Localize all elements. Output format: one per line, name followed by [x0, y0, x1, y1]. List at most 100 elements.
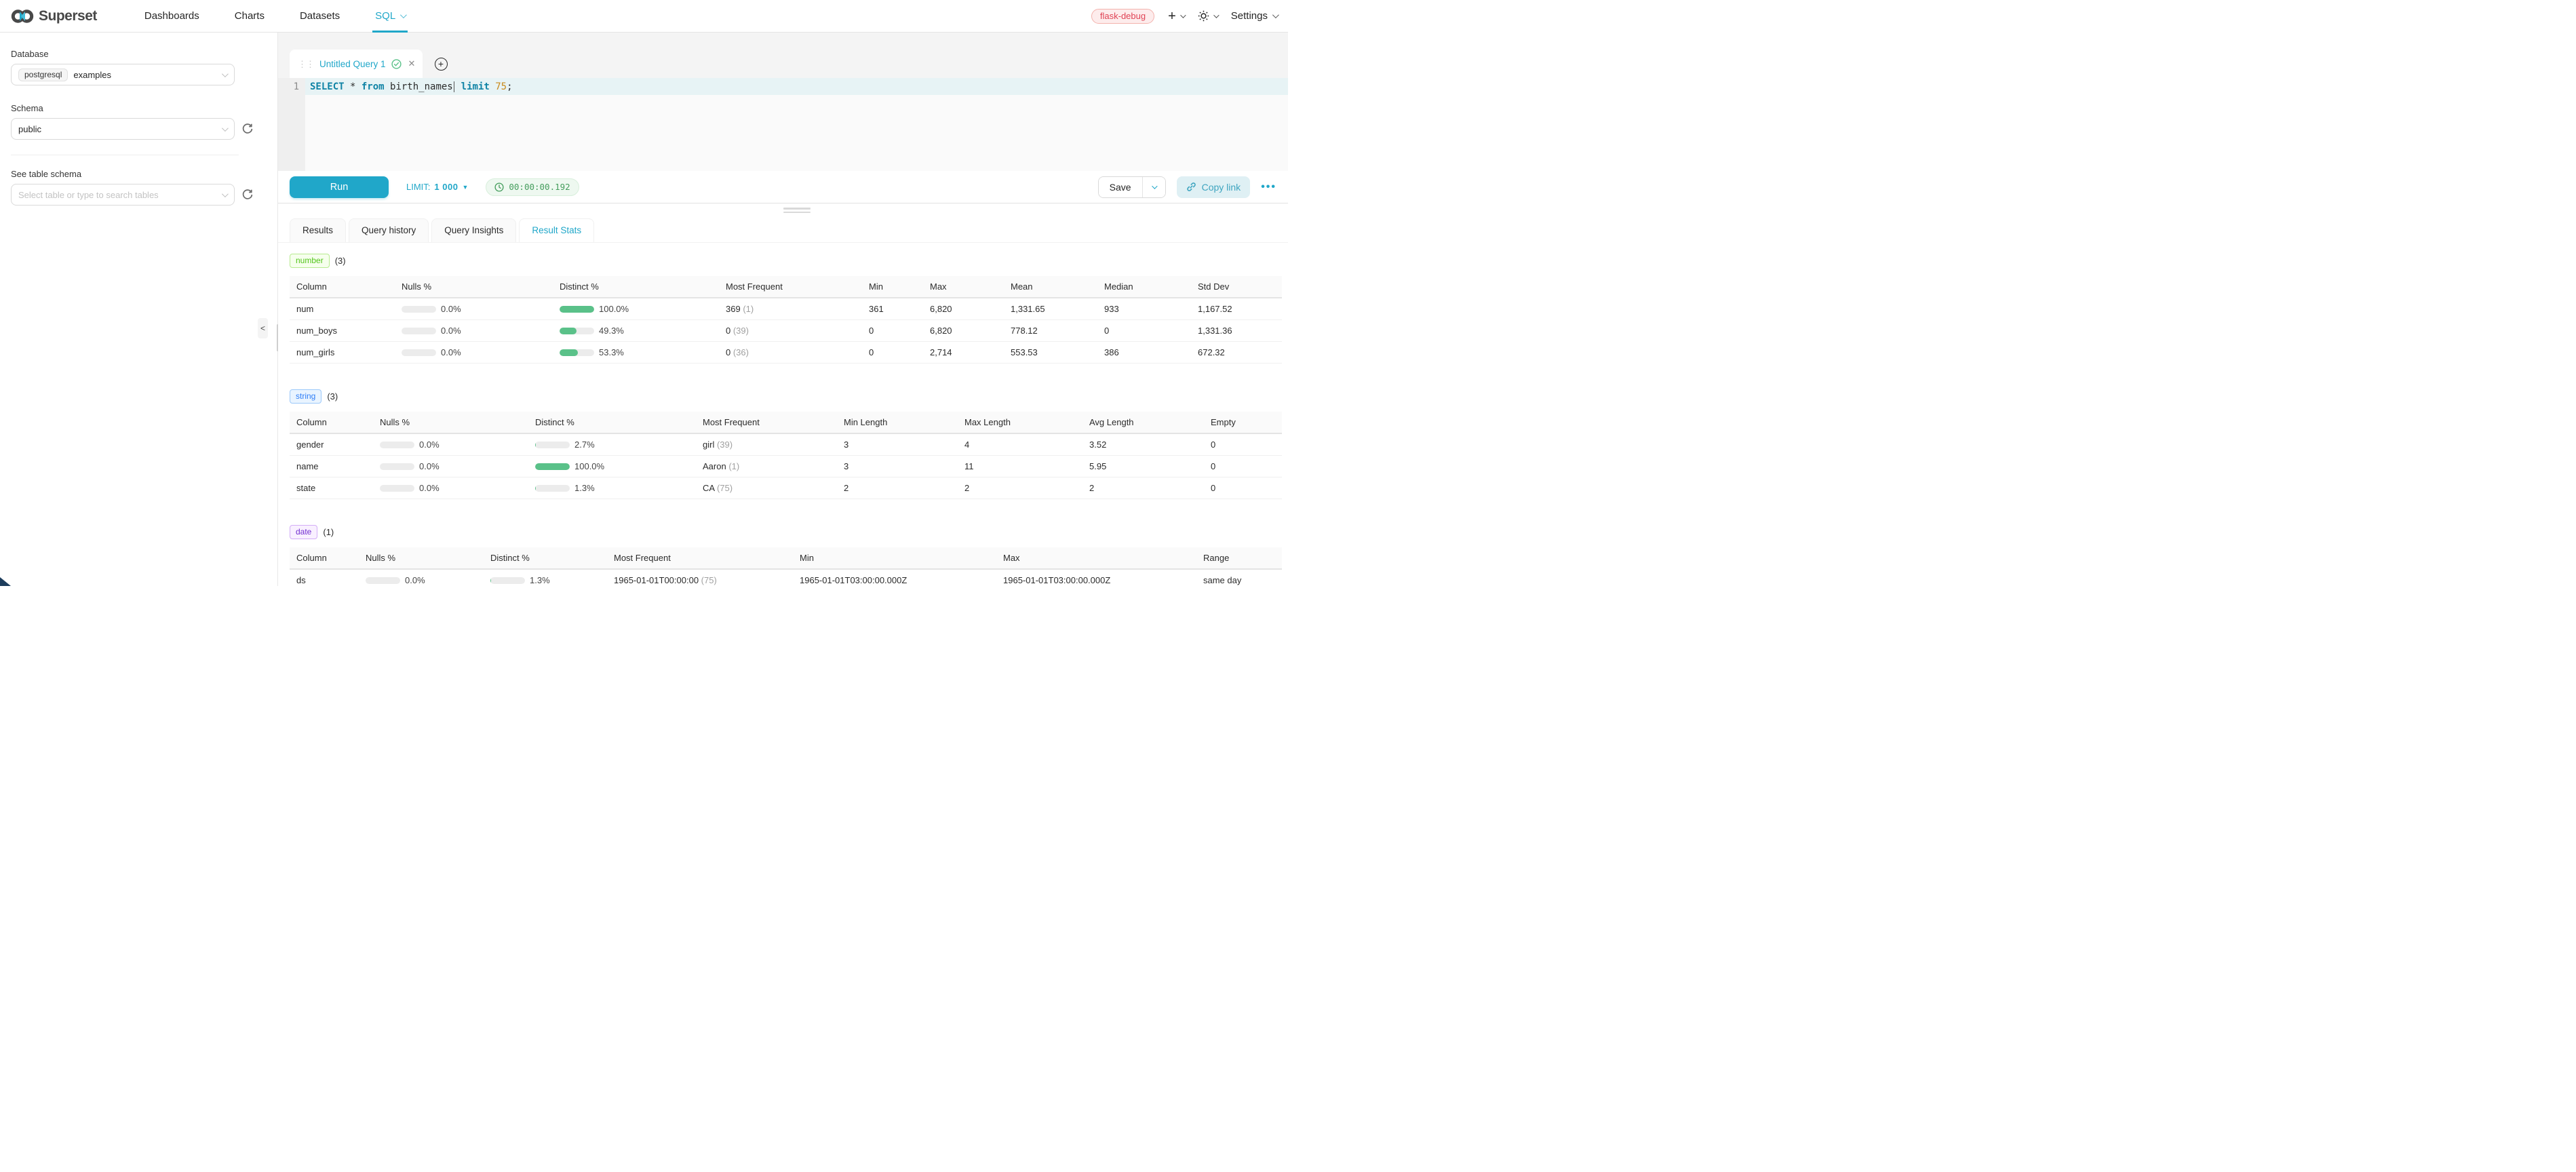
tab-results[interactable]: Results	[290, 218, 346, 242]
column-header: Min Length	[844, 412, 964, 433]
tab-query-history[interactable]: Query history	[349, 218, 429, 242]
tab-query-insights[interactable]: Query Insights	[431, 218, 516, 242]
new-item-button[interactable]: +	[1168, 9, 1184, 23]
column-header: Range	[1203, 547, 1282, 569]
percentage-bar	[490, 577, 525, 584]
table-row: ds0.0%1.3%1965-01-01T00:00:00 (75)1965-0…	[290, 569, 1282, 586]
save-button[interactable]: Save	[1099, 177, 1142, 197]
close-tab-icon[interactable]: ✕	[408, 58, 416, 69]
table-row: num_girls0.0%53.3%0 (36)02,714553.533866…	[290, 342, 1282, 364]
sql-code-text: SELECT * from birth_names limit 75;	[305, 81, 513, 92]
brand-name: Superset	[39, 8, 97, 24]
column-header: Most Frequent	[726, 276, 869, 298]
settings-label: Settings	[1231, 10, 1268, 22]
link-icon	[1186, 182, 1196, 192]
infinity-logo-icon	[11, 9, 34, 24]
nav-item-datasets[interactable]: Datasets	[282, 0, 357, 33]
percentage-bar	[380, 442, 414, 448]
table-select[interactable]: Select table or type to search tables	[11, 184, 235, 206]
elapsed-time: 00:00:00.192	[509, 182, 570, 192]
table-schema-label: See table schema	[11, 169, 267, 179]
chevron-down-icon	[1272, 12, 1279, 18]
superset-logo[interactable]: Superset	[11, 8, 97, 24]
nav-item-dashboards[interactable]: Dashboards	[127, 0, 217, 33]
chevron-down-icon	[1152, 183, 1157, 189]
percentage-bar	[535, 485, 570, 492]
result-stats-content: number(3)ColumnNulls %Distinct %Most Fre…	[278, 243, 1288, 586]
caret-down-icon: ▼	[462, 184, 468, 191]
table-row: num0.0%100.0%369 (1)3616,8201,331.659331…	[290, 298, 1282, 320]
refresh-schemas-icon[interactable]	[241, 123, 254, 135]
percentage-bar	[402, 349, 436, 356]
editor-gutter	[278, 95, 305, 171]
run-button[interactable]: Run	[290, 176, 389, 198]
column-header: Column	[290, 412, 380, 433]
column-header: Max	[930, 276, 1011, 298]
collapse-sidebar-button[interactable]: <	[258, 318, 268, 338]
column-header: Std Dev	[1198, 276, 1282, 298]
mouse-cursor-artifact	[0, 577, 11, 586]
column-header: Nulls %	[380, 412, 535, 433]
sql-lab-sidebar: Database postgresql examples Schema publ…	[0, 33, 278, 586]
chevron-down-icon	[222, 125, 229, 132]
table-select-placeholder: Select table or type to search tables	[18, 190, 159, 200]
table-row: gender0.0%2.7%girl (39)343.520	[290, 433, 1282, 456]
column-header: Min	[800, 547, 1003, 569]
percentage-bar	[535, 442, 570, 448]
query-timer-badge: 00:00:00.192	[486, 178, 579, 196]
stats-section-date: date(1)ColumnNulls %Distinct %Most Frequ…	[290, 525, 1276, 586]
table-row: name0.0%100.0%Aaron (1)3115.950	[290, 456, 1282, 477]
nav-item-charts[interactable]: Charts	[217, 0, 282, 33]
stats-section-string: string(3)ColumnNulls %Distinct %Most Fre…	[290, 389, 1276, 499]
column-header: Column	[290, 276, 402, 298]
results-pane: ResultsQuery historyQuery InsightsResult…	[278, 203, 1288, 586]
column-header: Avg Length	[1089, 412, 1211, 433]
column-header: Column	[290, 547, 366, 569]
schema-value: public	[18, 124, 41, 134]
column-header: Distinct %	[535, 412, 703, 433]
chevron-down-icon	[1180, 12, 1186, 18]
column-header: Nulls %	[366, 547, 490, 569]
pane-resize-handle[interactable]	[783, 208, 811, 215]
theme-toggle-button[interactable]	[1198, 10, 1217, 22]
new-query-tab-button[interactable]: +	[423, 50, 459, 78]
type-badge-number: number	[290, 254, 330, 268]
limit-label: LIMIT:	[406, 182, 430, 192]
copy-link-button[interactable]: Copy link	[1177, 176, 1251, 198]
type-badge-string: string	[290, 389, 321, 404]
column-header: Most Frequent	[614, 547, 800, 569]
navbar: Superset DashboardsChartsDatasetsSQL fla…	[0, 0, 1288, 33]
sun-icon	[1198, 10, 1209, 22]
stats-table-string: ColumnNulls %Distinct %Most FrequentMin …	[290, 412, 1282, 499]
column-header: Median	[1104, 276, 1198, 298]
save-split-button: Save	[1098, 176, 1166, 198]
chevron-down-icon	[1213, 12, 1219, 18]
settings-menu[interactable]: Settings	[1231, 10, 1277, 22]
schema-select[interactable]: public	[11, 118, 235, 140]
stats-section-number: number(3)ColumnNulls %Distinct %Most Fre…	[290, 254, 1276, 364]
limit-dropdown[interactable]: LIMIT: 1 000 ▼	[406, 182, 468, 192]
editor-toolbar: Run LIMIT: 1 000 ▼ 00:00:00.192 Save	[278, 171, 1288, 203]
column-header: Nulls %	[402, 276, 560, 298]
stats-table-date: ColumnNulls %Distinct %Most FrequentMinM…	[290, 547, 1282, 586]
query-tab-strip: ⋮⋮ Untitled Query 1 ✕ +	[278, 33, 1288, 78]
save-options-button[interactable]	[1142, 177, 1165, 197]
plus-circle-icon: +	[435, 58, 448, 71]
column-count: (1)	[323, 527, 334, 537]
sql-code-editor[interactable]: 1 SELECT * from birth_names limit 75;	[278, 78, 1288, 171]
stats-table-number: ColumnNulls %Distinct %Most FrequentMinM…	[290, 276, 1282, 364]
main-nav: DashboardsChartsDatasetsSQL	[127, 0, 423, 33]
more-actions-button[interactable]: •••	[1261, 181, 1276, 193]
database-engine-pill: postgresql	[18, 69, 68, 81]
percentage-bar	[560, 306, 594, 313]
limit-value: 1 000	[434, 182, 458, 192]
line-number: 1	[278, 78, 305, 95]
plus-icon: +	[1168, 9, 1176, 23]
refresh-tables-icon[interactable]	[241, 189, 254, 201]
tab-result-stats[interactable]: Result Stats	[519, 218, 594, 242]
query-tab[interactable]: ⋮⋮ Untitled Query 1 ✕	[290, 50, 423, 78]
database-select[interactable]: postgresql examples	[11, 64, 235, 85]
column-header: Max	[1003, 547, 1203, 569]
nav-item-sql[interactable]: SQL	[357, 0, 423, 33]
column-header: Distinct %	[560, 276, 726, 298]
